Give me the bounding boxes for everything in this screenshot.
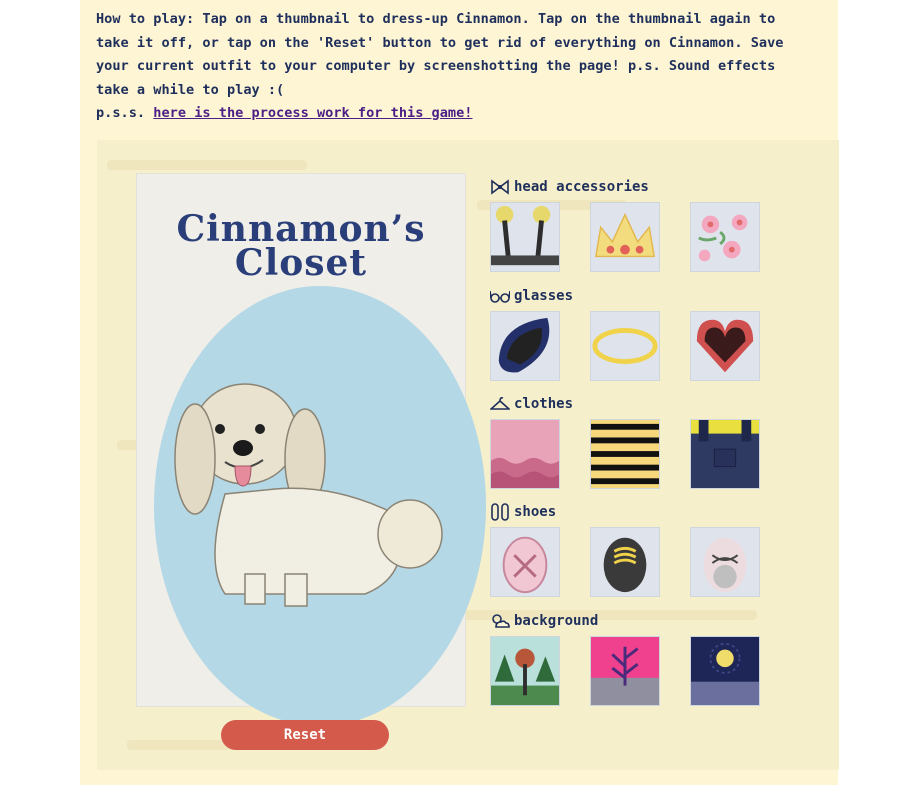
title-line-1: Cinnamon’s — [176, 208, 426, 250]
pink-plant-background-thumb[interactable] — [590, 636, 660, 706]
flower-crown-thumb[interactable] — [690, 202, 760, 272]
instructions-text: How to play: Tap on a thumbnail to dress… — [96, 11, 784, 98]
title-line-2: Closet — [234, 242, 368, 284]
process-line: p.s.s. here is the process work for this… — [96, 102, 816, 126]
category-header: shoes — [490, 501, 760, 523]
category-shoes: shoes — [480, 493, 824, 597]
night-moon-background-thumb[interactable] — [690, 636, 760, 706]
doll-card: Cinnamon’s Closet — [137, 174, 486, 726]
yellow-oval-glasses-thumb[interactable] — [590, 311, 660, 381]
category-label: head accessories — [514, 179, 649, 195]
pink-shoe-thumb[interactable] — [490, 527, 560, 597]
dark-blue-glasses-thumb[interactable] — [490, 311, 560, 381]
white-bow-shoe-thumb[interactable] — [690, 527, 760, 597]
instructions: How to play: Tap on a thumbnail to dress… — [96, 8, 816, 126]
weather-icon — [492, 614, 510, 628]
category-glasses: glasses — [480, 277, 824, 381]
game-page: How to play: Tap on a thumbnail to dress… — [80, 0, 839, 785]
pss-prefix: p.s.s. — [96, 105, 154, 121]
bee-stripe-top-thumb[interactable] — [590, 419, 660, 489]
category-label: background — [514, 613, 599, 629]
category-label: clothes — [514, 396, 574, 412]
reset-button[interactable]: Reset — [221, 720, 389, 750]
antenna-headband-thumb[interactable] — [490, 202, 560, 272]
denim-overalls-thumb[interactable] — [690, 419, 760, 489]
crown-thumb[interactable] — [590, 202, 660, 272]
glasses-icon — [490, 290, 510, 303]
bow-icon — [491, 179, 509, 195]
sandals-icon — [491, 503, 509, 521]
forest-background-thumb[interactable] — [490, 636, 560, 706]
process-work-link[interactable]: here is the process work for this game! — [153, 105, 472, 121]
category-label: shoes — [514, 504, 557, 520]
game-title: Cinnamon’s Closet — [137, 208, 465, 284]
category-clothes: clothes — [480, 385, 824, 489]
category-header: head accessories — [490, 176, 760, 198]
category-header: background — [490, 610, 760, 632]
pink-ruffle-top-thumb[interactable] — [490, 419, 560, 489]
category-head-accessories: head accessories — [480, 168, 824, 272]
cinnamon-dog — [174, 383, 443, 607]
heart-glasses-thumb[interactable] — [690, 311, 760, 381]
category-header: clothes — [490, 393, 760, 415]
category-label: glasses — [514, 288, 574, 304]
game-stage: Cinnamon’s Closet Reset head accessories… — [97, 140, 839, 770]
category-header: glasses — [490, 285, 760, 307]
category-background: background — [480, 602, 824, 706]
black-yellow-shoe-thumb[interactable] — [590, 527, 660, 597]
hanger-icon — [490, 397, 510, 410]
